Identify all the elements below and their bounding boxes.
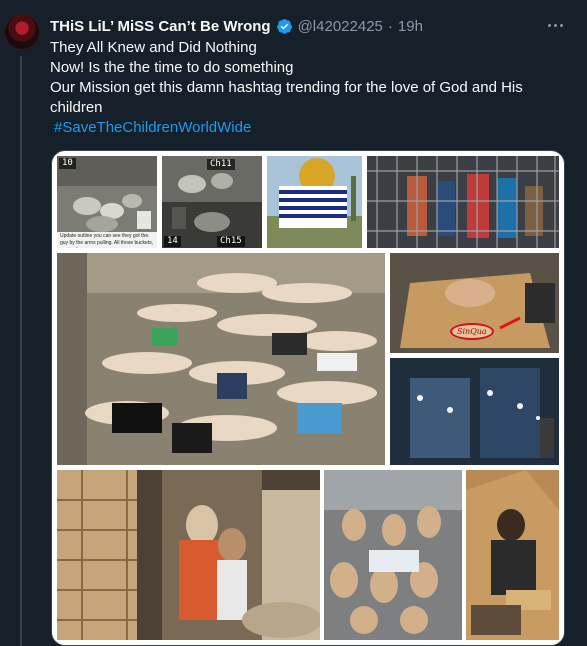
thread-line bbox=[20, 56, 22, 646]
tweet-line: Our Mission get this damn hashtag trendi… bbox=[50, 79, 523, 96]
cctv-channel-label: 14 bbox=[164, 236, 181, 247]
child-in-box-photo: SinQua bbox=[390, 253, 559, 353]
cctv-still-2: Ch11 bbox=[162, 156, 262, 202]
tweet[interactable]: THiS LiL’ MiSS Can’t Be Wrong @l42022425… bbox=[0, 0, 587, 646]
tweet-line: Now! Is the the time to do something bbox=[50, 59, 294, 76]
tweet-text: They All Knew and Did Nothing Now! Is th… bbox=[50, 38, 560, 138]
tweet-line: They All Knew and Did Nothing bbox=[50, 39, 257, 56]
children-lying-on-floor-photo bbox=[57, 253, 385, 465]
cctv-channel-label: Ch15 bbox=[217, 236, 245, 247]
cctv-caption: Update outline you can see they got the.… bbox=[57, 232, 157, 248]
children-in-boxes-photo bbox=[466, 470, 559, 640]
caged-children-photo bbox=[367, 156, 559, 248]
timestamp[interactable]: 19h bbox=[398, 18, 423, 35]
display-name[interactable]: THiS LiL’ MiSS Can’t Be Wrong bbox=[50, 18, 271, 35]
cctv-still-1: 10 Update outline you can see they got t… bbox=[57, 156, 157, 248]
cctv-channel-label: 10 bbox=[59, 158, 76, 169]
box-label: SinQua bbox=[450, 323, 494, 340]
verified-badge-icon[interactable] bbox=[276, 18, 293, 35]
children-in-crate-photo bbox=[57, 470, 320, 640]
dome-building-photo bbox=[267, 156, 362, 248]
hashtag-link[interactable]: #SaveTheChildrenWorldWide bbox=[50, 118, 560, 138]
user-handle[interactable]: @l42022425 bbox=[298, 18, 383, 35]
avatar[interactable] bbox=[3, 13, 41, 51]
dark-corridor-photo bbox=[390, 358, 559, 465]
cctv-channel-label: Ch11 bbox=[207, 159, 235, 170]
tweet-header: THiS LiL’ MiSS Can’t Be Wrong @l42022425… bbox=[50, 16, 423, 36]
crowded-room-photo bbox=[324, 470, 462, 640]
separator-dot: · bbox=[387, 17, 393, 35]
cctv-still-3: 14 Ch15 bbox=[162, 202, 262, 248]
tweet-media-collage[interactable]: 10 Update outline you can see they got t… bbox=[51, 150, 565, 646]
more-options-icon[interactable] bbox=[545, 17, 565, 33]
tweet-line: children bbox=[50, 99, 103, 116]
